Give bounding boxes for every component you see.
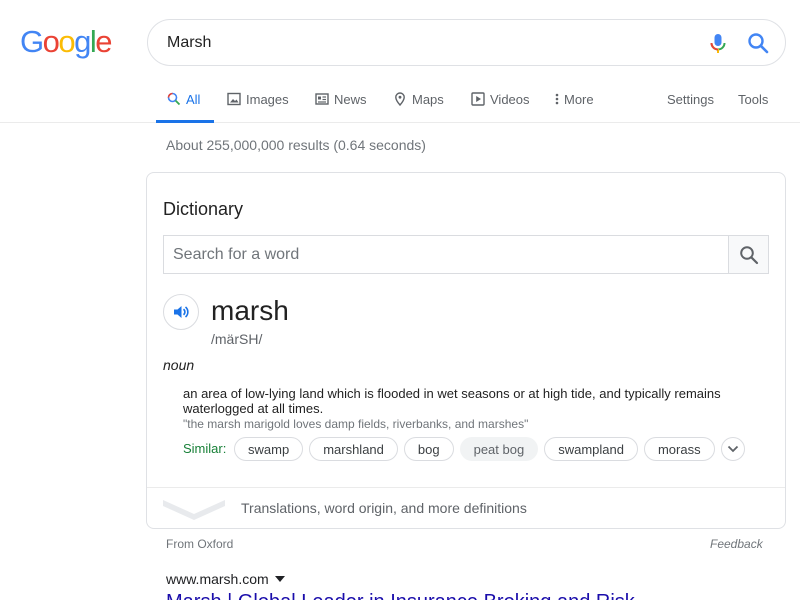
- tab-images[interactable]: Images: [227, 84, 289, 123]
- dictionary-search-button[interactable]: [728, 236, 768, 273]
- chevron-down-icon: [163, 500, 225, 520]
- headword: marsh: [211, 295, 289, 326]
- tools-link[interactable]: Tools: [738, 92, 768, 107]
- news-icon: [315, 93, 329, 105]
- feedback-link[interactable]: Feedback: [710, 537, 763, 551]
- example-sentence: "the marsh marigold loves damp fields, r…: [183, 417, 529, 431]
- image-icon: [227, 92, 241, 106]
- more-definitions-label: Translations, word origin, and more defi…: [241, 500, 527, 516]
- dictionary-title: Dictionary: [163, 199, 244, 219]
- microphone-icon[interactable]: [708, 32, 728, 56]
- dictionary-source: From Oxford: [166, 537, 234, 551]
- tab-label: News: [334, 92, 367, 107]
- tab-label: More: [564, 92, 594, 107]
- google-logo[interactable]: Google: [20, 24, 112, 59]
- search-tabs: All Images News Maps Videos More Setting…: [0, 84, 800, 123]
- caret-down-icon[interactable]: [274, 576, 285, 582]
- search-icon[interactable]: [747, 32, 769, 54]
- tab-label: Images: [246, 92, 289, 107]
- part-of-speech: noun: [163, 357, 195, 373]
- similar-word-chip[interactable]: swamp: [234, 437, 304, 461]
- search-box[interactable]: Marsh: [147, 19, 786, 66]
- chevron-down-icon: [727, 445, 738, 453]
- tab-videos[interactable]: Videos: [471, 84, 530, 123]
- settings-link[interactable]: Settings: [667, 92, 714, 107]
- logo-letter: e: [95, 24, 112, 59]
- similar-word-chip[interactable]: swampland: [544, 437, 638, 461]
- search-icon: [167, 92, 181, 106]
- expand-similar-button[interactable]: [720, 437, 745, 461]
- play-icon: [471, 92, 485, 106]
- result-url: www.marsh.com: [166, 571, 285, 587]
- tab-news[interactable]: News: [315, 84, 367, 123]
- pronunciation-audio-button[interactable]: [163, 294, 199, 330]
- tab-all[interactable]: All: [156, 84, 214, 123]
- search-input[interactable]: Marsh: [167, 34, 211, 52]
- dictionary-search-box[interactable]: Search for a word: [163, 235, 769, 274]
- tab-label: Maps: [412, 92, 444, 107]
- result-title-link[interactable]: Marsh | Global Leader in Insurance Broki…: [166, 591, 635, 600]
- similar-word-chip[interactable]: morass: [643, 437, 715, 461]
- logo-letter: o: [58, 24, 75, 59]
- logo-letter: G: [20, 24, 44, 59]
- dictionary-search-input[interactable]: Search for a word: [173, 246, 299, 264]
- logo-letter: o: [42, 24, 60, 59]
- tab-label: Videos: [490, 92, 530, 107]
- tab-label: All: [186, 92, 201, 107]
- more-vert-icon: [555, 93, 559, 105]
- more-definitions-link[interactable]: Translations, word origin, and more defi…: [147, 488, 785, 528]
- similar-word-chip[interactable]: marshland: [309, 437, 398, 461]
- tab-maps[interactable]: Maps: [393, 84, 444, 123]
- tab-more[interactable]: More: [554, 84, 594, 123]
- similar-word-chip: peat bog: [459, 437, 539, 461]
- speaker-icon: [174, 306, 189, 318]
- definition-text: an area of low-lying land which is flood…: [183, 386, 721, 416]
- dictionary-card: Dictionary Search for a word marsh /märS…: [146, 172, 786, 529]
- logo-letter: g: [74, 24, 91, 59]
- result-url-text: www.marsh.com: [166, 571, 269, 587]
- similar-label: Similar:: [183, 441, 227, 456]
- search-icon: [739, 245, 758, 264]
- similar-words: swamp marshland bog peat bog swampland m…: [234, 437, 745, 461]
- similar-word-chip[interactable]: bog: [403, 437, 454, 461]
- result-stats: About 255,000,000 results (0.64 seconds): [166, 137, 426, 153]
- pronunciation: /märSH/: [211, 331, 263, 347]
- map-pin-icon: [395, 92, 405, 106]
